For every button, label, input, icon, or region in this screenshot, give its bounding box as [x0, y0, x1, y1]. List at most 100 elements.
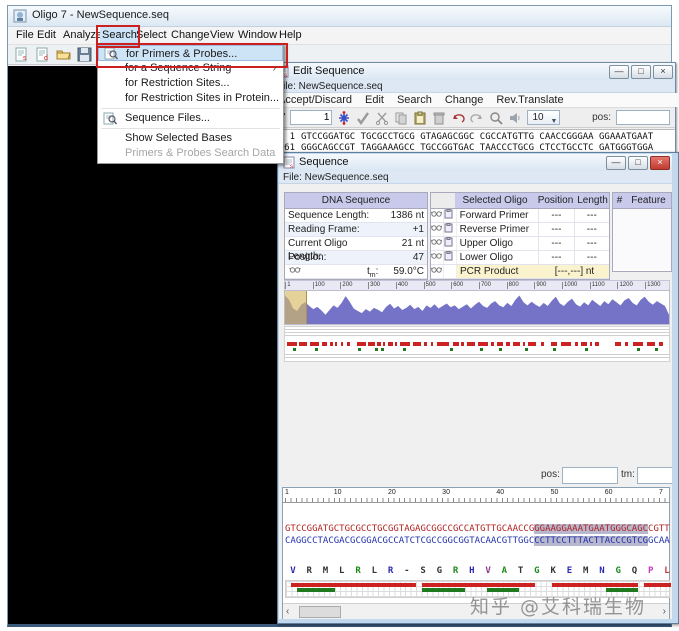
- menubar-item-file[interactable]: File: [14, 27, 36, 44]
- menubar-item-analyze[interactable]: Analyze: [61, 27, 104, 44]
- menu-item-label: Sequence Files...: [125, 112, 210, 124]
- menubar-item-select[interactable]: Select: [134, 27, 169, 44]
- menu-item-4[interactable]: Sequence Files...: [98, 111, 283, 126]
- status-tm-label: tm:: [621, 469, 635, 480]
- analyze-glasses-icon[interactable]: [430, 251, 444, 264]
- copy-icon[interactable]: [394, 111, 408, 125]
- oligo-tracks-panel[interactable]: [284, 326, 670, 362]
- oligo-row-upper-oligo[interactable]: Upper Oligo --- ---: [430, 237, 609, 251]
- menu-item-label: Show Selected Bases: [125, 132, 233, 144]
- sequence-window-titlebar[interactable]: s Sequence — □ ×: [279, 154, 672, 172]
- speaker-icon[interactable]: [508, 111, 522, 125]
- oligo-position: ---: [538, 237, 573, 250]
- amino-acid: Q: [631, 566, 638, 576]
- edit-window-title: Edit Sequence: [293, 65, 365, 77]
- menu-item-2[interactable]: for Restriction Sites...: [98, 76, 283, 91]
- oligo-icon-col-header2: [443, 193, 455, 208]
- oligo-position: ---: [538, 209, 573, 222]
- menubar-item-help[interactable]: Help: [277, 27, 304, 44]
- bottom-strand-sequence[interactable]: CAGGCCTACGACGCGGACGCCATCTCGCCGGCGGTACAAC…: [285, 536, 670, 547]
- delete-trash-icon[interactable]: [432, 111, 446, 125]
- histogram-tick: 1300: [645, 282, 661, 289]
- detail-ruler-tick: 50: [550, 489, 559, 496]
- feature-table-body[interactable]: [613, 209, 671, 270]
- edit-minimize-button[interactable]: —: [609, 65, 629, 79]
- sequence-close-button[interactable]: ×: [650, 156, 670, 170]
- track-red-segment: [478, 342, 488, 346]
- track-red-segment: [561, 342, 571, 346]
- open-file-icon[interactable]: [56, 47, 71, 62]
- sequence-minimize-button[interactable]: —: [606, 156, 626, 170]
- grid-red-segment: [551, 583, 639, 587]
- track-red-segment: [310, 342, 319, 346]
- menu-separator: [101, 128, 280, 129]
- edit-menu-rev-translate[interactable]: Rev.Translate: [496, 93, 563, 107]
- menu-item-5[interactable]: Show Selected Bases: [98, 131, 283, 146]
- redo-icon[interactable]: [470, 111, 484, 125]
- amino-acid: G: [534, 566, 540, 576]
- main-titlebar[interactable]: Oligo 7 - NewSequence.seq: [8, 6, 671, 27]
- cut-scissors-icon[interactable]: [375, 111, 389, 125]
- edit-window-titlebar[interactable]: s Edit Sequence — □ ×: [273, 63, 675, 81]
- track-red-segment: [400, 342, 410, 346]
- histogram-tick: 200: [340, 282, 353, 289]
- clipboard-icon[interactable]: [444, 223, 457, 236]
- paste-icon[interactable]: [413, 111, 427, 125]
- oligo-row-lower-oligo[interactable]: Lower Oligo --- ---: [430, 251, 609, 265]
- tm-histogram[interactable]: [284, 290, 670, 325]
- pcr-product-row[interactable]: PCR Product [---,---] nt: [430, 265, 609, 279]
- track-red-segment: [625, 342, 628, 346]
- edit-menu-accept-discard[interactable]: Accept/Discard: [278, 93, 352, 107]
- zoom-level-value: 10: [532, 112, 544, 123]
- scroll-left-arrow[interactable]: ‹: [286, 606, 289, 617]
- edit-menu-change[interactable]: Change: [445, 93, 484, 107]
- menu-item-1[interactable]: for a Sequence String ›: [98, 61, 283, 76]
- menu-item-6[interactable]: Primers & Probes Search Data: [98, 146, 283, 161]
- clipboard-icon[interactable]: [444, 209, 457, 222]
- menu-item-0[interactable]: for Primers & Probes...: [98, 45, 283, 61]
- edit-toolbar: 5' 10▼ pos:: [273, 107, 675, 128]
- oligo-row-forward-primer[interactable]: Forward Primer --- ---: [430, 209, 609, 223]
- sequence-maximize-button[interactable]: □: [628, 156, 648, 170]
- clipboard-icon[interactable]: [444, 251, 457, 264]
- scroll-right-arrow[interactable]: ›: [663, 606, 666, 617]
- undo-icon[interactable]: [451, 111, 466, 125]
- zoom-magnifier-icon[interactable]: [489, 111, 504, 125]
- edit-menu-edit[interactable]: Edit: [365, 93, 384, 107]
- sequence-position-input[interactable]: [290, 110, 333, 125]
- menubar-item-view[interactable]: View: [208, 27, 236, 44]
- menubar-item-edit[interactable]: Edit: [35, 27, 58, 44]
- analyze-glasses-icon[interactable]: [430, 223, 444, 236]
- menubar-item-change[interactable]: Change: [169, 27, 212, 44]
- track-red-segment: [383, 342, 385, 346]
- new-document-icon[interactable]: d: [35, 47, 50, 62]
- status-pos-input[interactable]: [562, 467, 618, 484]
- analyze-glasses-icon[interactable]: [430, 209, 444, 222]
- top-strand-sequence[interactable]: GTCCGGATGCTGCGCCTGCGGTAGAGCGGCCGCCATGTTG…: [285, 524, 670, 535]
- clipboard-icon[interactable]: [444, 237, 457, 250]
- insert-anchor-icon[interactable]: [337, 110, 351, 125]
- analyze-glasses-icon[interactable]: [430, 237, 444, 250]
- menu-item-label: for Restriction Sites in Protein...: [125, 92, 280, 104]
- amino-acid: M: [322, 566, 329, 576]
- status-tm-input[interactable]: [637, 467, 672, 484]
- edit-menu-search[interactable]: Search: [397, 93, 432, 107]
- new-sequence-icon[interactable]: s: [14, 47, 29, 62]
- accept-check-icon[interactable]: [356, 111, 370, 125]
- menu-separator: [101, 108, 280, 109]
- zoom-level-select[interactable]: 10 ▼: [527, 110, 561, 125]
- grid-green-segment: [421, 588, 465, 592]
- menu-item-3[interactable]: for Restriction Sites in Protein...: [98, 91, 283, 106]
- track-red-segment: [431, 342, 433, 346]
- search-dropdown-menu: for Primers & Probes... for a Sequence St…: [97, 43, 284, 164]
- oligo-row-reverse-primer[interactable]: Reverse Primer --- ---: [430, 223, 609, 237]
- menubar-item-window[interactable]: Window: [236, 27, 279, 44]
- scrollbar-thumb[interactable]: [299, 606, 341, 618]
- edit-close-button[interactable]: ×: [653, 65, 673, 79]
- histogram-tick: 1000: [562, 282, 578, 289]
- sequence-row-text: GTCCGGATGC TGCGCCTGCG GTAGAGCGGC CGCCATG…: [301, 132, 654, 142]
- edit-maximize-button[interactable]: □: [631, 65, 651, 79]
- save-icon[interactable]: [77, 47, 92, 62]
- histogram-tick: 400: [395, 282, 408, 289]
- edit-pos-input[interactable]: [616, 110, 670, 125]
